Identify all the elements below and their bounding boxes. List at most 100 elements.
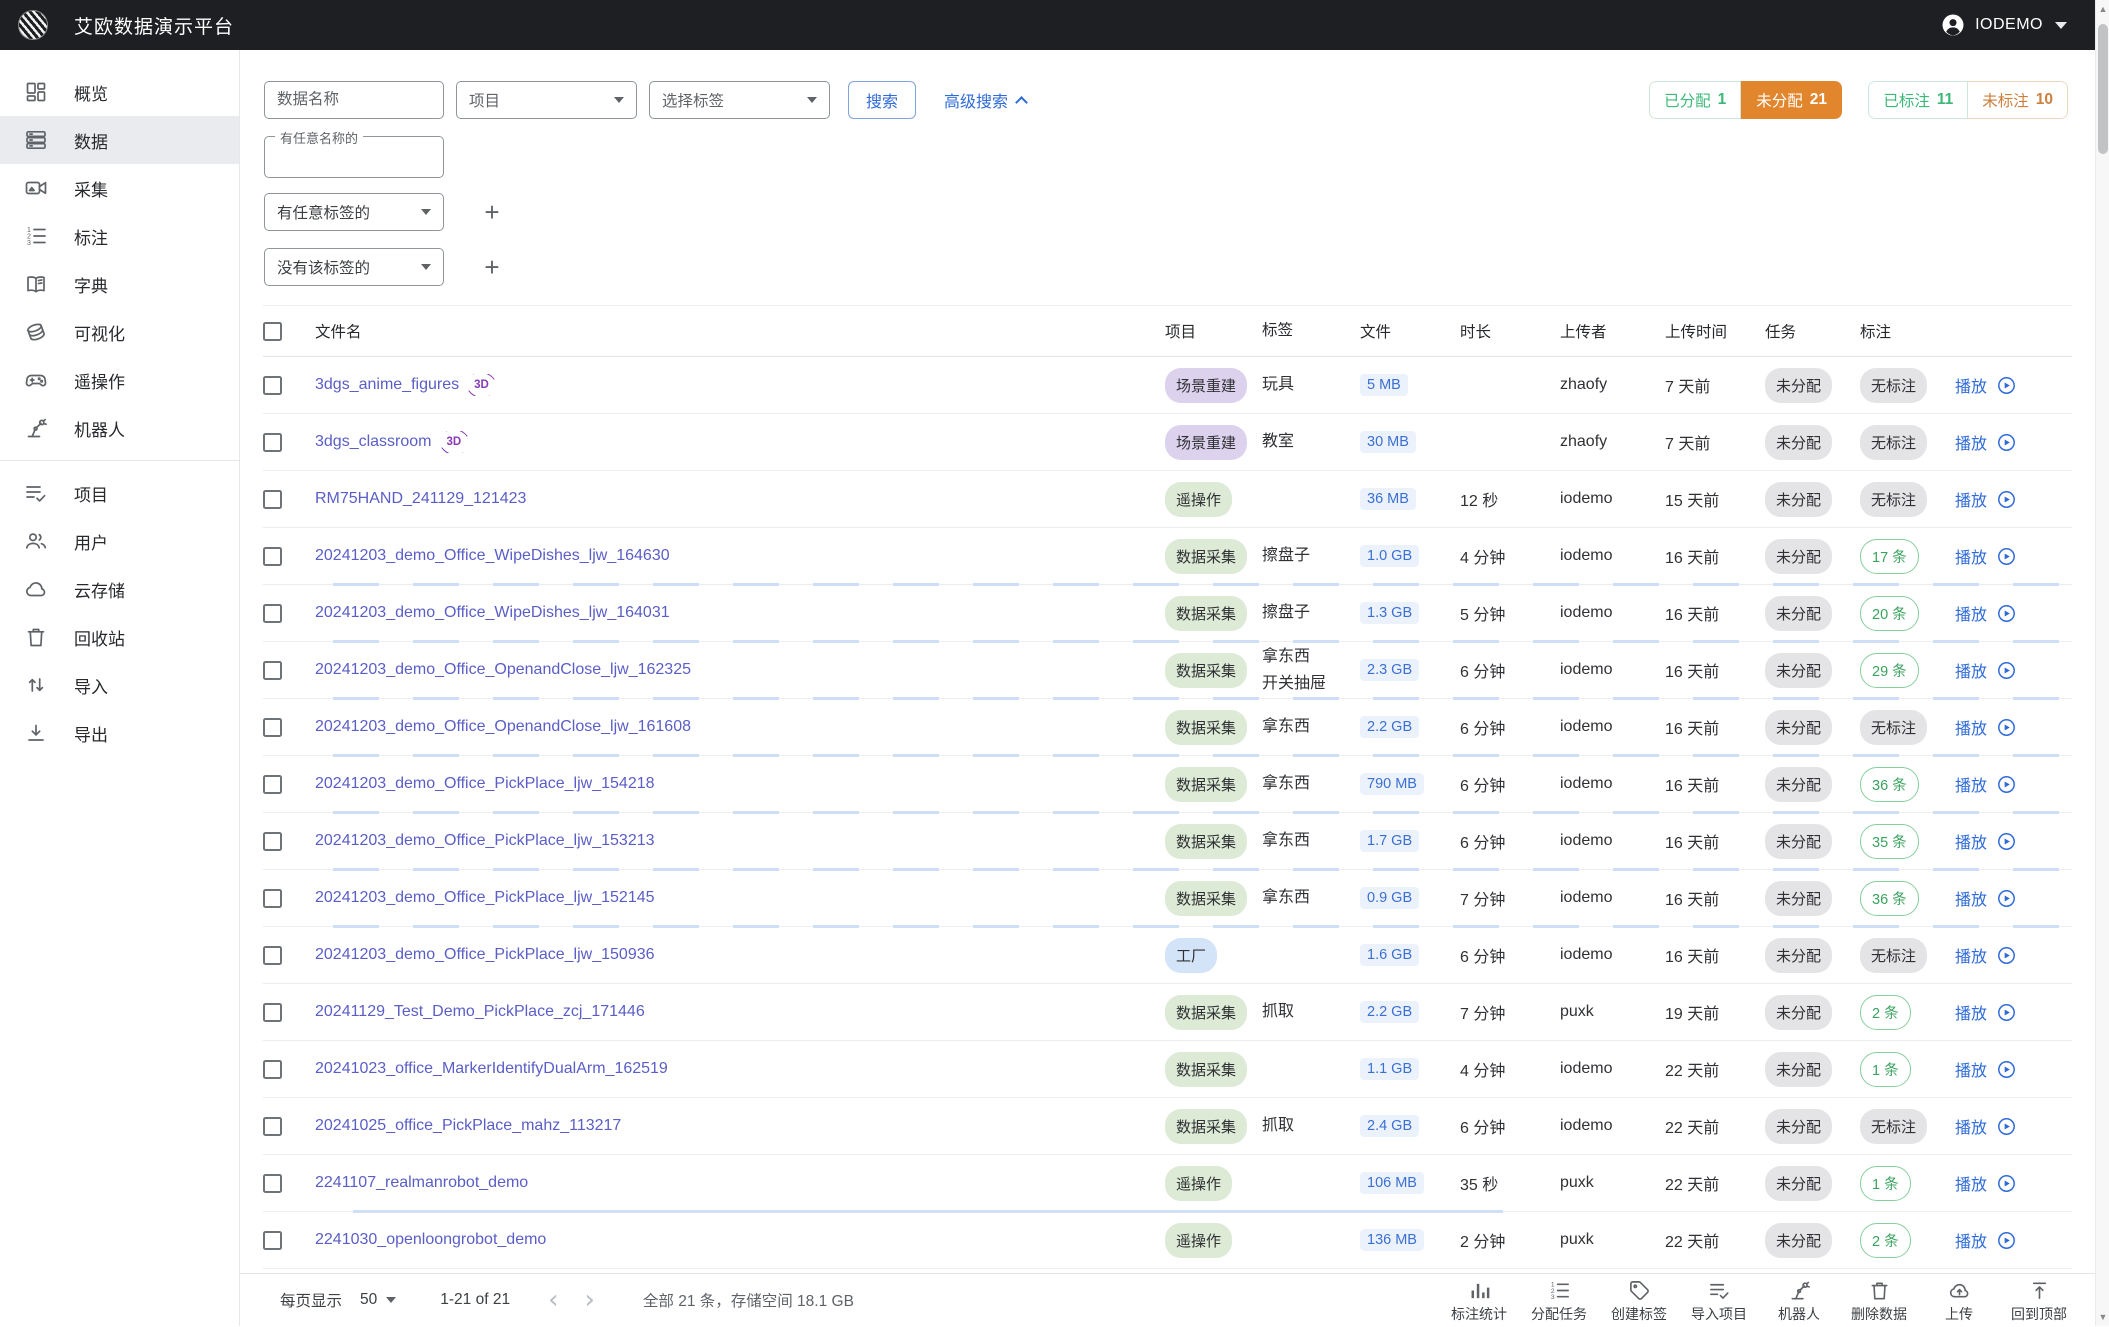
file-name-link[interactable]: 20241203_demo_Office_PickPlace_ljw_15321… <box>315 832 655 850</box>
toolbar-item-回到顶部[interactable]: 回到顶部 <box>1999 1277 2079 1324</box>
sidebar-item-回收站[interactable]: 回收站 <box>0 613 239 661</box>
search-button[interactable]: 搜索 <box>848 81 916 119</box>
play-button[interactable]: 播放 <box>1955 1000 2017 1024</box>
file-size-link[interactable]: 2.3 GB <box>1360 659 1419 681</box>
row-checkbox[interactable] <box>263 490 282 509</box>
file-name-link[interactable]: 20241203_demo_Office_PickPlace_ljw_15214… <box>315 889 655 907</box>
play-button[interactable]: 播放 <box>1955 1114 2017 1138</box>
scrollbar-thumb[interactable] <box>2098 24 2108 154</box>
file-name-link[interactable]: 20241203_demo_Office_OpenandClose_ljw_16… <box>315 661 691 679</box>
sidebar-item-数据[interactable]: 数据 <box>0 116 239 164</box>
any-tag-select[interactable]: 有任意标签的 <box>264 193 444 231</box>
toolbar-item-机器人[interactable]: 机器人 <box>1759 1277 1839 1324</box>
file-size-link[interactable]: 2.2 GB <box>1360 1001 1419 1023</box>
play-button[interactable]: 播放 <box>1955 715 2017 739</box>
sidebar-item-用户[interactable]: 用户 <box>0 517 239 565</box>
filter-unlabeled-button[interactable]: 未标注 10 <box>1968 81 2068 119</box>
toolbar-item-分配任务[interactable]: 123 分配任务 <box>1519 1277 1599 1324</box>
play-button[interactable]: 播放 <box>1955 1057 2017 1081</box>
play-button[interactable]: 播放 <box>1955 658 2017 682</box>
file-size-link[interactable]: 136 MB <box>1360 1229 1424 1251</box>
file-size-link[interactable]: 2.2 GB <box>1360 716 1419 738</box>
file-name-link[interactable]: 20241203_demo_Office_PickPlace_ljw_15093… <box>315 946 655 964</box>
user-menu[interactable]: IODEMO <box>1941 13 2067 37</box>
sidebar-item-概览[interactable]: 概览 <box>0 68 239 116</box>
file-size-link[interactable]: 0.9 GB <box>1360 887 1419 909</box>
row-checkbox[interactable] <box>263 547 282 566</box>
filter-labeled-button[interactable]: 已标注 11 <box>1868 81 1968 119</box>
add-not-tag-button[interactable]: + <box>479 254 505 280</box>
play-button[interactable]: 播放 <box>1955 373 2017 397</box>
row-checkbox[interactable] <box>263 604 282 623</box>
scrollbar-up-arrow[interactable]: ▲ <box>2096 2 2109 16</box>
file-name-link[interactable]: 20241203_demo_Office_WipeDishes_ljw_1646… <box>315 547 670 565</box>
file-size-link[interactable]: 5 MB <box>1360 374 1408 396</box>
file-size-link[interactable]: 1.0 GB <box>1360 545 1419 567</box>
file-name-link[interactable]: 20241025_office_PickPlace_mahz_113217 <box>315 1117 621 1135</box>
file-name-link[interactable]: RM75HAND_241129_121423 <box>315 490 526 508</box>
file-name-link[interactable]: 2241107_realmanrobot_demo <box>315 1174 528 1192</box>
toolbar-item-创建标签[interactable]: 创建标签 <box>1599 1277 1679 1324</box>
row-checkbox[interactable] <box>263 946 282 965</box>
sidebar-item-机器人[interactable]: 机器人 <box>0 404 239 452</box>
file-size-link[interactable]: 1.6 GB <box>1360 944 1419 966</box>
sidebar-item-导入[interactable]: 导入 <box>0 661 239 709</box>
row-checkbox[interactable] <box>263 1231 282 1250</box>
row-checkbox[interactable] <box>263 376 282 395</box>
file-name-link[interactable]: 20241129_Test_Demo_PickPlace_zcj_171446 <box>315 1003 645 1021</box>
sidebar-item-可视化[interactable]: 可视化 <box>0 308 239 356</box>
select-all-checkbox[interactable] <box>263 322 282 341</box>
row-checkbox[interactable] <box>263 832 282 851</box>
file-size-link[interactable]: 2.4 GB <box>1360 1115 1419 1137</box>
project-filter-select[interactable]: 项目 <box>456 81 637 119</box>
file-size-link[interactable]: 1.7 GB <box>1360 830 1419 852</box>
3d-view-icon[interactable]: 3D <box>469 374 494 396</box>
row-checkbox[interactable] <box>263 1117 282 1136</box>
sidebar-item-遥操作[interactable]: 遥操作 <box>0 356 239 404</box>
row-checkbox[interactable] <box>263 1174 282 1193</box>
toolbar-item-上传[interactable]: 上传 <box>1919 1277 1999 1324</box>
file-name-link[interactable]: 20241023_office_MarkerIdentifyDualArm_16… <box>315 1060 668 1078</box>
file-size-link[interactable]: 30 MB <box>1360 431 1416 453</box>
toolbar-item-导入项目[interactable]: 导入项目 <box>1679 1277 1759 1324</box>
file-size-link[interactable]: 1.1 GB <box>1360 1058 1419 1080</box>
sidebar-item-标注[interactable]: 123 标注 <box>0 212 239 260</box>
file-size-link[interactable]: 1.3 GB <box>1360 602 1419 624</box>
file-name-link[interactable]: 3dgs_anime_figures <box>315 376 459 394</box>
file-name-link[interactable]: 20241203_demo_Office_WipeDishes_ljw_1640… <box>315 604 670 622</box>
file-name-link[interactable]: 2241030_openloongrobot_demo <box>315 1231 546 1249</box>
row-checkbox[interactable] <box>263 889 282 908</box>
not-tag-select[interactable]: 没有该标签的 <box>264 248 444 286</box>
toolbar-item-删除数据[interactable]: 删除数据 <box>1839 1277 1919 1324</box>
per-page-select[interactable]: 50 <box>360 1291 396 1309</box>
play-button[interactable]: 播放 <box>1955 1171 2017 1195</box>
row-checkbox[interactable] <box>263 775 282 794</box>
add-any-tag-button[interactable]: + <box>479 199 505 225</box>
previous-page-button[interactable]: ‹ <box>548 1287 558 1313</box>
play-button[interactable]: 播放 <box>1955 487 2017 511</box>
row-checkbox[interactable] <box>263 433 282 452</box>
scrollbar-down-arrow[interactable]: ▼ <box>2096 1310 2109 1324</box>
play-button[interactable]: 播放 <box>1955 772 2017 796</box>
file-size-link[interactable]: 36 MB <box>1360 488 1416 510</box>
filter-unassigned-button[interactable]: 未分配 21 <box>1741 81 1842 119</box>
data-name-search-input[interactable] <box>264 81 444 119</box>
play-button[interactable]: 播放 <box>1955 829 2017 853</box>
file-size-link[interactable]: 106 MB <box>1360 1172 1424 1194</box>
filter-assigned-button[interactable]: 已分配 1 <box>1649 81 1741 119</box>
file-name-link[interactable]: 3dgs_classroom <box>315 433 432 451</box>
play-button[interactable]: 播放 <box>1955 1228 2017 1252</box>
sidebar-item-采集[interactable]: 采集 <box>0 164 239 212</box>
sidebar-item-字典[interactable]: 字典 <box>0 260 239 308</box>
sidebar-item-云存储[interactable]: 云存储 <box>0 565 239 613</box>
3d-view-icon[interactable]: 3D <box>442 431 467 453</box>
toolbar-item-标注统计[interactable]: 标注统计 <box>1439 1277 1519 1324</box>
file-name-link[interactable]: 20241203_demo_Office_PickPlace_ljw_15421… <box>315 775 655 793</box>
file-name-link[interactable]: 20241203_demo_Office_OpenandClose_ljw_16… <box>315 718 691 736</box>
sidebar-item-项目[interactable]: 项目 <box>0 469 239 517</box>
row-checkbox[interactable] <box>263 1003 282 1022</box>
play-button[interactable]: 播放 <box>1955 943 2017 967</box>
tag-filter-select[interactable]: 选择标签 <box>649 81 830 119</box>
row-checkbox[interactable] <box>263 1060 282 1079</box>
advanced-search-toggle[interactable]: 高级搜索 <box>944 88 1026 112</box>
